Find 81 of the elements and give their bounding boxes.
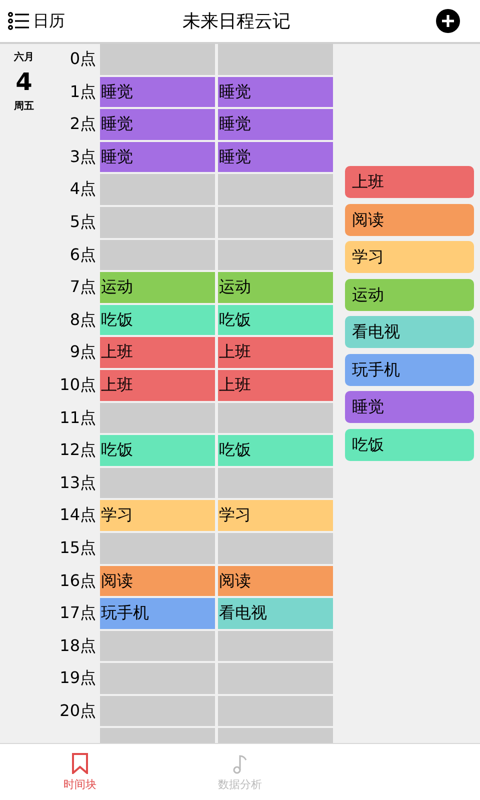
hour-label: 16点: [58, 570, 97, 592]
empty-time-block[interactable]: [218, 174, 333, 205]
time-block[interactable]: 睡觉: [100, 142, 215, 172]
time-block[interactable]: 睡觉: [218, 142, 333, 172]
time-block[interactable]: 吃饭: [218, 304, 333, 336]
app-title: 未来日程云记: [182, 10, 290, 33]
hour-label: 6点: [68, 244, 97, 266]
activity-chip[interactable]: 玩手机: [345, 354, 474, 386]
hour-label: 17点: [58, 602, 97, 624]
time-block[interactable]: 睡觉: [100, 109, 215, 140]
hour-label: 19点: [58, 667, 97, 690]
empty-time-block[interactable]: [100, 206, 215, 238]
time-block[interactable]: 学习: [100, 500, 215, 531]
hour-label: 14点: [58, 504, 97, 526]
empty-time-block[interactable]: [218, 663, 333, 694]
empty-time-block[interactable]: [100, 532, 215, 564]
time-block[interactable]: 吃饭: [218, 435, 333, 466]
date-day: 4: [16, 68, 32, 96]
empty-time-block[interactable]: [100, 174, 215, 205]
plus-icon: [436, 9, 460, 33]
empty-time-block[interactable]: [100, 468, 215, 498]
hour-label: 12点: [58, 439, 97, 462]
date-month: 六月: [14, 50, 34, 64]
hour-label: 10点: [58, 374, 97, 396]
empty-time-block[interactable]: [100, 44, 215, 75]
empty-time-block[interactable]: [218, 696, 333, 726]
time-block[interactable]: 睡觉: [100, 76, 215, 108]
time-block[interactable]: 上班: [218, 337, 333, 368]
empty-time-block[interactable]: [100, 630, 215, 662]
empty-time-block[interactable]: [218, 630, 333, 662]
empty-time-block[interactable]: [218, 240, 333, 270]
hour-label: 9点: [68, 341, 97, 364]
activity-chip[interactable]: 看电视: [345, 316, 474, 348]
hour-label: 7点: [68, 276, 97, 298]
activity-chip[interactable]: 运动: [345, 278, 474, 310]
menu-icon: [8, 12, 30, 30]
bookmark-icon: [69, 752, 91, 774]
time-block[interactable]: 阅读: [100, 566, 215, 596]
hour-label: 3点: [68, 146, 97, 168]
hour-label: 18点: [58, 634, 97, 657]
hour-label: 1点: [68, 80, 97, 103]
empty-time-block[interactable]: [100, 663, 215, 694]
hour-label: 11点: [58, 406, 97, 429]
activity-chip[interactable]: 睡觉: [345, 391, 474, 423]
activity-chip[interactable]: 上班: [345, 166, 474, 198]
nav-tab[interactable]: 时间块: [0, 744, 160, 800]
hour-label: 13点: [58, 472, 97, 494]
empty-time-block[interactable]: [218, 44, 333, 75]
hour-label: 4点: [68, 178, 97, 200]
add-button[interactable]: [436, 9, 460, 33]
time-block[interactable]: 运动: [100, 272, 215, 303]
calendar-menu-button[interactable]: 日历: [8, 10, 65, 32]
empty-time-block[interactable]: [218, 532, 333, 564]
empty-time-block[interactable]: [218, 206, 333, 238]
hour-label: 15点: [58, 536, 97, 559]
empty-time-block[interactable]: [100, 402, 215, 434]
hour-label: 8点: [68, 308, 97, 331]
time-block[interactable]: 看电视: [218, 598, 333, 629]
time-block[interactable]: 运动: [218, 272, 333, 303]
empty-time-block[interactable]: [218, 468, 333, 498]
time-block[interactable]: 睡觉: [218, 109, 333, 140]
activity-chip[interactable]: 阅读: [345, 204, 474, 236]
time-block[interactable]: 上班: [218, 370, 333, 401]
date-weekday: 周五: [14, 100, 34, 113]
hour-label: 20点: [58, 700, 97, 722]
hour-label: 0点: [68, 48, 97, 70]
time-block[interactable]: 阅读: [218, 566, 333, 596]
time-block[interactable]: 吃饭: [100, 304, 215, 336]
activity-chip[interactable]: 学习: [345, 241, 474, 273]
time-block[interactable]: 学习: [218, 500, 333, 531]
time-block[interactable]: 吃饭: [100, 435, 215, 466]
hour-label: 2点: [68, 113, 97, 136]
time-block[interactable]: 上班: [100, 337, 215, 368]
empty-time-block[interactable]: [100, 696, 215, 726]
empty-time-block[interactable]: [218, 402, 333, 434]
empty-time-block[interactable]: [100, 240, 215, 270]
time-block[interactable]: 上班: [100, 370, 215, 401]
time-block[interactable]: 睡觉: [218, 76, 333, 108]
activity-chip[interactable]: 吃饭: [345, 428, 474, 460]
hour-label: 5点: [68, 210, 97, 233]
time-block[interactable]: 玩手机: [100, 598, 215, 629]
